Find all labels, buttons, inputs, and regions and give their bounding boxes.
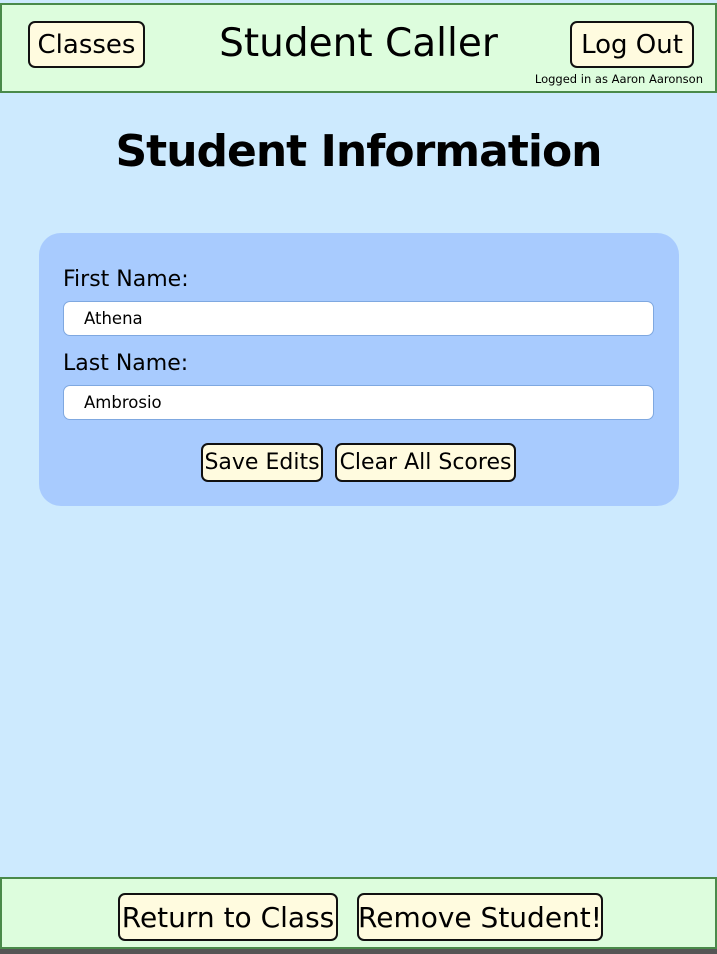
save-edits-button[interactable]: Save Edits [201, 443, 323, 482]
bottom-edge-divider [0, 949, 717, 954]
clear-all-scores-button[interactable]: Clear All Scores [335, 443, 516, 482]
first-name-field[interactable] [63, 301, 654, 336]
return-to-class-button[interactable]: Return to Class [118, 893, 338, 941]
remove-student-button[interactable]: Remove Student! [357, 893, 603, 941]
last-name-field[interactable] [63, 385, 654, 420]
bottom-bar: Return to Class Remove Student! [0, 877, 717, 949]
last-name-label: Last Name: [63, 351, 189, 376]
student-info-card: First Name: Last Name: Save Edits Clear … [39, 233, 679, 506]
top-bar: Classes Student Caller Log Out Logged in… [0, 3, 717, 93]
logged-in-status: Logged in as Aaron Aaronson [534, 72, 703, 86]
log-out-button[interactable]: Log Out [570, 21, 694, 68]
page-title: Student Information [115, 126, 602, 177]
first-name-label: First Name: [63, 267, 189, 292]
